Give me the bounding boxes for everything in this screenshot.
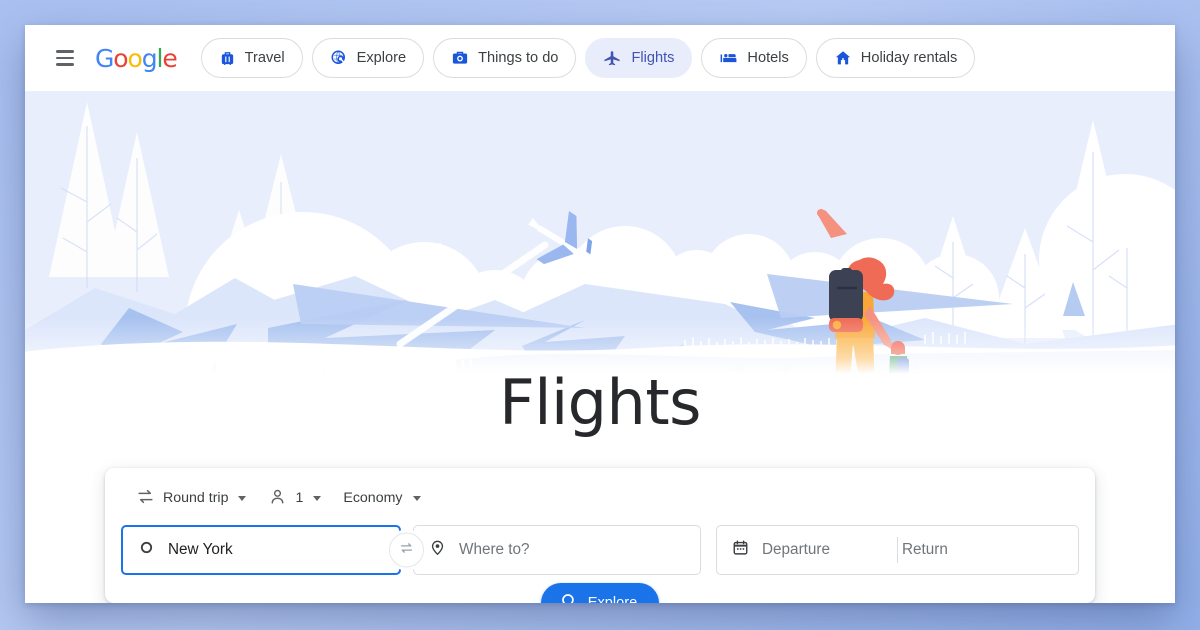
nav-pill-label: Hotels bbox=[747, 50, 789, 66]
explore-button-label: Explore bbox=[587, 595, 638, 603]
hero-artwork bbox=[25, 92, 1175, 374]
explore-globe-icon bbox=[330, 49, 348, 67]
cabin-class-selector[interactable]: Economy bbox=[334, 482, 429, 514]
search-fields-row: New York Where to? Departure Return bbox=[121, 525, 1079, 575]
departure-placeholder: Departure bbox=[762, 541, 831, 558]
passengers-selector[interactable]: 1 bbox=[259, 482, 330, 514]
house-icon bbox=[834, 49, 852, 67]
nav-pill-label: Flights bbox=[631, 50, 675, 66]
explore-button[interactable]: Explore bbox=[540, 583, 660, 603]
date-range-field: Departure Return bbox=[716, 525, 1079, 575]
nav-pill-label: Things to do bbox=[478, 50, 559, 66]
nav-pill-flights[interactable]: Flights bbox=[585, 38, 693, 78]
logo-letter-g1: G bbox=[95, 43, 114, 73]
chevron-down-icon bbox=[412, 495, 421, 501]
return-placeholder: Return bbox=[902, 541, 948, 558]
origin-input[interactable]: New York bbox=[121, 525, 401, 575]
calendar-icon bbox=[732, 539, 749, 561]
hamburger-line bbox=[56, 63, 74, 66]
logo-letter-o1: o bbox=[113, 43, 128, 73]
airplane-icon bbox=[603, 49, 622, 68]
luggage-icon bbox=[219, 50, 236, 67]
origin-value: New York bbox=[168, 541, 233, 558]
nav-pill-group: Travel Explore Things to do Flights Hote… bbox=[200, 38, 976, 78]
location-pin-icon bbox=[429, 539, 446, 561]
nav-pill-label: Holiday rentals bbox=[860, 50, 958, 66]
camera-icon bbox=[451, 49, 469, 67]
nav-pill-label: Travel bbox=[244, 50, 285, 66]
return-date-input[interactable]: Return bbox=[902, 526, 1063, 574]
trip-type-selector[interactable]: Round trip bbox=[127, 482, 255, 514]
destination-input[interactable]: Where to? bbox=[413, 525, 701, 575]
search-options-row: Round trip 1 Economy bbox=[121, 481, 1079, 515]
date-divider bbox=[897, 537, 898, 563]
nav-pill-holiday-rentals[interactable]: Holiday rentals bbox=[815, 38, 976, 78]
nav-pill-things-to-do[interactable]: Things to do bbox=[433, 38, 577, 78]
nav-pill-travel[interactable]: Travel bbox=[200, 38, 303, 78]
page-title: Flights bbox=[499, 366, 701, 439]
chevron-down-icon bbox=[238, 495, 247, 501]
logo-letter-o2: o bbox=[127, 43, 142, 73]
chevron-down-icon bbox=[313, 495, 322, 501]
search-magnifier-icon bbox=[560, 592, 578, 603]
nav-pill-label: Explore bbox=[356, 50, 407, 66]
departure-date-input[interactable]: Departure bbox=[732, 526, 893, 574]
hamburger-menu-icon[interactable] bbox=[45, 38, 85, 78]
nav-pill-explore[interactable]: Explore bbox=[311, 38, 425, 78]
person-icon bbox=[268, 487, 287, 510]
swap-arrows-icon bbox=[398, 539, 415, 561]
google-logo[interactable]: Google bbox=[95, 43, 178, 73]
trip-type-label: Round trip bbox=[163, 490, 229, 506]
hamburger-line bbox=[56, 50, 74, 53]
flight-search-panel: Round trip 1 Economy New York Where to? … bbox=[105, 468, 1095, 603]
circle-origin-icon bbox=[138, 539, 155, 561]
passenger-count: 1 bbox=[295, 490, 304, 506]
bed-icon bbox=[719, 49, 738, 68]
location-fields-group: New York Where to? bbox=[121, 525, 701, 575]
hero-illustration bbox=[25, 92, 1175, 374]
nav-pill-hotels[interactable]: Hotels bbox=[701, 38, 807, 78]
hamburger-line bbox=[56, 56, 74, 60]
destination-placeholder: Where to? bbox=[459, 541, 530, 558]
swap-locations-button[interactable] bbox=[389, 532, 424, 568]
browser-window: Google Travel Explore Things to do Fligh… bbox=[25, 25, 1175, 603]
explore-button-wrap: Explore bbox=[105, 583, 1095, 603]
cabin-class-label: Economy bbox=[343, 490, 403, 506]
logo-letter-e: e bbox=[162, 43, 177, 73]
swap-horizontal-icon bbox=[136, 487, 155, 510]
logo-letter-g2: g bbox=[141, 43, 158, 73]
top-navigation-bar: Google Travel Explore Things to do Fligh… bbox=[25, 25, 1175, 92]
